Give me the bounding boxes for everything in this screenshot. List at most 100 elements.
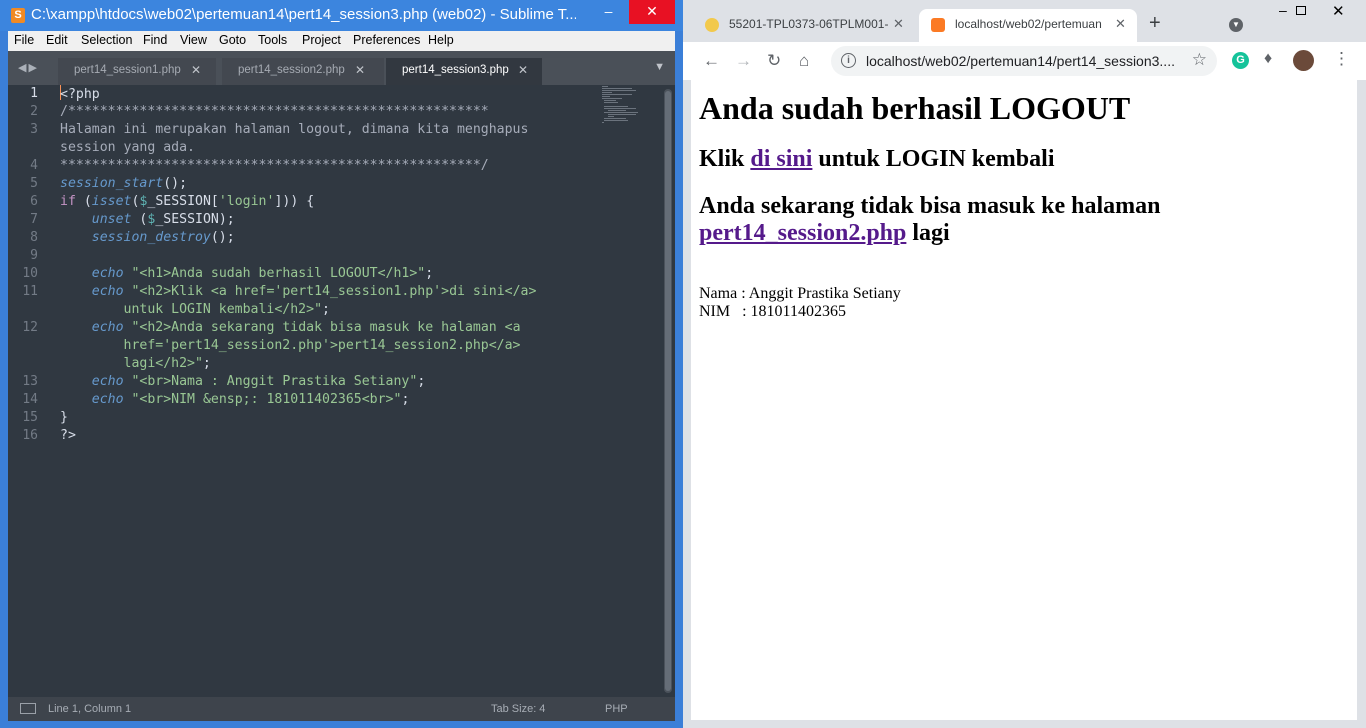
code-token: echo (91, 284, 124, 299)
reload-icon[interactable]: ↻ (767, 51, 781, 71)
browser-tab-elearning[interactable]: 55201-TPL0373-06TPLM001- ✕ (693, 9, 915, 42)
close-tab-icon[interactable]: ✕ (191, 63, 201, 77)
code-line[interactable]: if (isset($_SESSION['login'])) { (60, 193, 314, 211)
code-line[interactable]: Halaman ini merupakan halaman logout, di… (60, 121, 528, 139)
code-line[interactable]: echo "<h2>Anda sekarang tidak bisa masuk… (60, 319, 521, 337)
menu-goto[interactable]: Goto (219, 33, 246, 47)
menu-project[interactable]: Project (302, 33, 341, 47)
page-heading: Anda sudah berhasil LOGOUT (699, 90, 1131, 126)
browser-toolbar: ← → ↻ ⌂ i localhost/web02/pertemuan14/pe… (683, 42, 1366, 80)
browser-tab-localhost[interactable]: localhost/web02/pertemuan ✕ (919, 9, 1137, 42)
code-line[interactable]: /***************************************… (60, 103, 489, 121)
address-bar[interactable]: i localhost/web02/pertemuan14/pert14_ses… (831, 46, 1217, 76)
sublime-app-icon: S (11, 8, 25, 23)
code-line[interactable]: } (60, 409, 68, 427)
url-text[interactable]: localhost/web02/pertemuan14/pert14_sessi… (866, 53, 1176, 69)
code-token: ****************************************… (60, 158, 489, 173)
grammarly-extension-icon[interactable]: G (1232, 52, 1249, 69)
close-tab-icon[interactable]: ✕ (893, 16, 904, 32)
code-line[interactable]: ****************************************… (60, 157, 489, 175)
maximize-button[interactable] (1296, 6, 1306, 15)
menu-find[interactable]: Find (143, 33, 167, 47)
line-number: 12 (22, 320, 38, 335)
code-line[interactable]: session_start(); (60, 175, 187, 193)
code-line[interactable]: untuk LOGIN kembali</h2>"; (60, 301, 330, 319)
session2-link[interactable]: pert14_session2.php (699, 220, 906, 246)
code-line[interactable]: session yang ada. (60, 139, 195, 157)
panel-toggle-icon[interactable] (20, 703, 36, 714)
close-tab-icon[interactable]: ✕ (518, 63, 528, 77)
more-menu-icon[interactable]: ⋮ (1333, 49, 1350, 69)
code-line[interactable]: echo "<br>Nama : Anggit Prastika Setiany… (60, 373, 426, 391)
code-line[interactable]: <?php (60, 85, 100, 103)
tab-pert14-session3[interactable]: pert14_session3.php ✕ (386, 58, 542, 85)
minimize-button[interactable]: – (586, 0, 631, 24)
home-icon[interactable]: ⌂ (799, 51, 809, 71)
cursor-position: Line 1, Column 1 (48, 703, 132, 715)
close-button[interactable]: ✕ (1332, 2, 1345, 20)
tab-size-indicator[interactable]: Tab Size: 4 (491, 703, 545, 715)
close-tab-icon[interactable]: ✕ (1115, 16, 1126, 32)
nama-text: Nama : Anggit Prastika Setiany (699, 285, 901, 302)
new-tab-button[interactable]: + (1149, 12, 1161, 35)
forward-icon[interactable]: → (735, 51, 752, 71)
vertical-scrollbar[interactable] (664, 89, 672, 693)
window-border (1357, 80, 1366, 720)
heading-text: lagi (906, 220, 950, 246)
line-number: 6 (30, 194, 38, 209)
close-button[interactable]: ✕ (629, 0, 675, 24)
menu-selection[interactable]: Selection (81, 33, 132, 47)
code-token: _SESSION); (155, 212, 235, 227)
code-token: echo (91, 374, 124, 389)
tab-pert14-session1[interactable]: pert14_session1.php ✕ (58, 58, 216, 85)
login-link[interactable]: di sini (750, 146, 812, 172)
menu-help[interactable]: Help (428, 33, 454, 47)
code-line[interactable]: ?> (60, 427, 76, 445)
elearning-favicon-icon (705, 18, 719, 32)
extensions-puzzle-icon[interactable]: ♦ (1264, 50, 1272, 68)
minimize-button[interactable]: – (1279, 2, 1287, 18)
code-token: } (60, 410, 68, 425)
profile-avatar[interactable] (1293, 50, 1314, 71)
line-number: 13 (22, 374, 38, 389)
line-number: 14 (22, 392, 38, 407)
tab-dropdown-icon[interactable]: ▼ (654, 61, 665, 73)
menu-preferences[interactable]: Preferences (353, 33, 420, 47)
code-token: _SESSION[ (147, 194, 219, 209)
sublime-window: S C:\xampp\htdocs\web02\pertemuan14\pert… (0, 0, 683, 728)
menu-edit[interactable]: Edit (46, 33, 68, 47)
heading-text: Klik (699, 146, 751, 172)
back-icon[interactable]: ← (703, 51, 720, 71)
close-tab-icon[interactable]: ✕ (355, 63, 365, 77)
code-token: echo (91, 266, 124, 281)
minimap[interactable] (600, 85, 662, 125)
tab-pert14-session2[interactable]: pert14_session2.php ✕ (222, 58, 384, 85)
code-line[interactable]: href='pert14_session2.php'>pert14_sessio… (60, 337, 521, 355)
code-line[interactable]: echo "<br>NIM &ensp;: 181011402365<br>"; (60, 391, 410, 409)
line-number: 11 (22, 284, 38, 299)
menu-file[interactable]: File (14, 33, 34, 47)
site-info-icon[interactable]: i (841, 53, 856, 68)
syntax-indicator[interactable]: PHP (605, 703, 628, 715)
menu-view[interactable]: View (180, 33, 207, 47)
code-token: ; (322, 302, 330, 317)
tab-search-icon[interactable]: ▼ (1229, 18, 1243, 32)
line-number: 3 (30, 122, 38, 137)
line-gutter: 1 2 3 4 5 6 7 8 9 10 11 12 13 14 15 16 (8, 85, 54, 697)
bookmark-star-icon[interactable]: ☆ (1192, 50, 1207, 70)
window-border (683, 80, 691, 720)
code-line[interactable]: unset ($_SESSION); (60, 211, 235, 229)
code-editor[interactable]: 1 2 3 4 5 6 7 8 9 10 11 12 13 14 15 16 <?php/**********… (8, 85, 675, 697)
tab-nav-arrows-icon[interactable]: ◀▶ (18, 61, 39, 74)
code-line[interactable]: echo "<h1>Anda sudah berhasil LOGOUT</h1… (60, 265, 433, 283)
code-token: echo (91, 320, 124, 335)
scrollbar-thumb[interactable] (665, 91, 671, 691)
code-token: "<br>Nama : Anggit Prastika Setiany" (131, 374, 418, 389)
code-line[interactable]: session_destroy(); (60, 229, 235, 247)
menu-tools[interactable]: Tools (258, 33, 287, 47)
line-number: 15 (22, 410, 38, 425)
code-line[interactable]: echo "<h2>Klik <a href='pert14_session1.… (60, 283, 537, 301)
code-line[interactable]: lagi</h2>"; (60, 355, 211, 373)
